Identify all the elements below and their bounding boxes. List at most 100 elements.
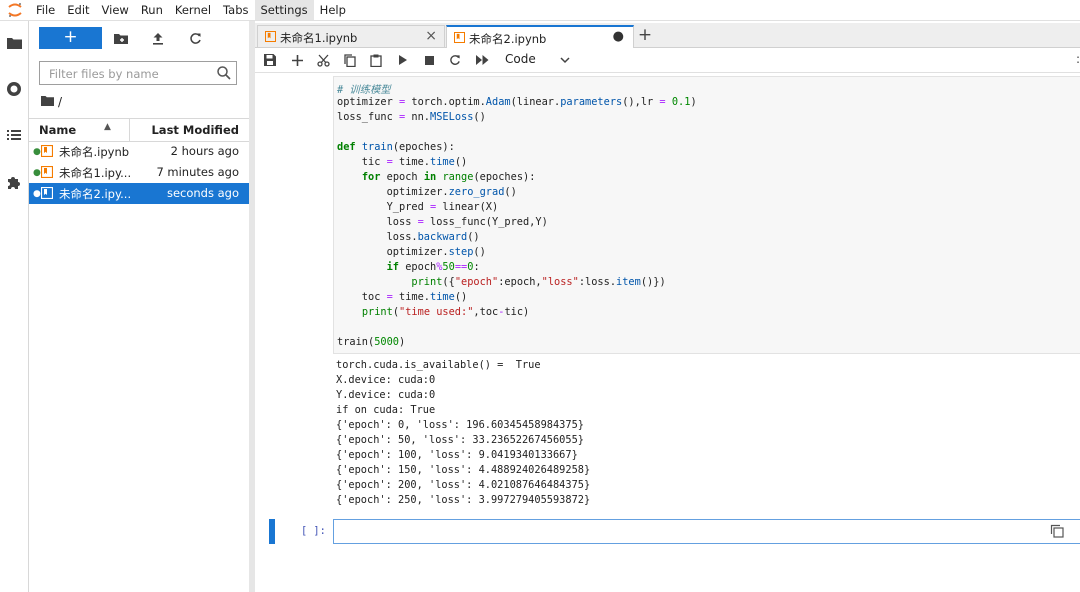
file-modified: seconds ago: [167, 186, 239, 200]
extension-icon[interactable]: [4, 172, 24, 192]
output-line: {'epoch': 0, 'loss': 196.60345458984375}: [336, 419, 584, 431]
jupyter-logo-icon: [0, 0, 30, 20]
breadcrumb-root[interactable]: /: [58, 95, 62, 109]
new-folder-icon[interactable]: [112, 29, 130, 47]
stop-icon[interactable]: [420, 51, 438, 69]
tab-bar: 未命名1.ipynb × 未命名2.ipynb ● +: [255, 23, 1080, 48]
tab-label: 未命名2.ipynb: [469, 31, 546, 47]
menu-file[interactable]: File: [30, 0, 61, 20]
tab-label: 未命名1.ipynb: [280, 30, 357, 46]
menu-edit[interactable]: Edit: [61, 0, 95, 20]
name-column-header[interactable]: Name: [39, 123, 76, 137]
last-modified-column-header[interactable]: Last Modified: [151, 123, 239, 137]
file-list-header: Name ▲ Last Modified: [29, 118, 249, 142]
menu-tabs[interactable]: Tabs: [217, 0, 254, 20]
notebook-area: 未命名1.ipynb × 未命名2.ipynb ● +: [255, 21, 1080, 592]
file-row-selected[interactable]: ● 未命名2.ipy... seconds ago: [29, 183, 249, 204]
notebook-icon: [41, 187, 53, 199]
code-line: Y_pred = linear(X): [337, 201, 498, 213]
notebook-icon: [41, 166, 53, 178]
copy-icon[interactable]: [341, 51, 359, 69]
duplicate-cell-icon[interactable]: [1050, 524, 1064, 538]
menu-view[interactable]: View: [96, 0, 135, 20]
code-cell-input[interactable]: # 训练模型 optimizer = torch.optim.Adam(line…: [333, 76, 1080, 354]
cell-prompt: [ ]:: [301, 525, 326, 537]
add-tab-button[interactable]: +: [635, 26, 655, 46]
output-line: {'epoch': 200, 'loss': 4.021087646484375…: [336, 479, 590, 491]
filter-files-input[interactable]: [47, 63, 211, 85]
menu-kernel[interactable]: Kernel: [169, 0, 217, 20]
output-line: {'epoch': 100, 'loss': 9.0419340133667}: [336, 449, 578, 461]
code-line: # 训练模型: [337, 81, 391, 96]
run-icon[interactable]: [394, 51, 412, 69]
running-kernel-dot-icon: ●: [33, 147, 41, 157]
output-line: {'epoch': 150, 'loss': 4.488924026489258…: [336, 464, 590, 476]
tab-notebook-1[interactable]: 未命名1.ipynb ×: [257, 25, 445, 47]
upload-icon[interactable]: [149, 29, 167, 47]
column-divider: [129, 119, 130, 141]
file-browser-toolbar: +: [29, 27, 249, 49]
notebook-icon: [454, 32, 465, 43]
breadcrumb: /: [41, 94, 62, 110]
close-tab-icon[interactable]: ×: [425, 28, 437, 44]
notebook-icon: [265, 31, 276, 42]
file-name: 未命名.ipynb: [59, 144, 129, 160]
file-row[interactable]: ● 未命名.ipynb 2 hours ago: [29, 141, 249, 162]
running-kernel-dot-icon: ●: [33, 189, 41, 199]
code-line: loss_func = nn.MSELoss(): [337, 111, 486, 123]
code-line: optimizer.step(): [337, 246, 486, 258]
paste-icon[interactable]: [367, 51, 385, 69]
unsaved-dot-icon[interactable]: ●: [613, 29, 624, 44]
notebook-toolbar: Code :: [255, 48, 1080, 73]
file-name: 未命名1.ipy...: [59, 165, 131, 181]
output-line: X.device: cuda:0: [336, 374, 435, 386]
code-line: print("time used:",toc-tic): [337, 306, 529, 318]
file-row[interactable]: ● 未命名1.ipy... 7 minutes ago: [29, 162, 249, 183]
file-modified: 2 hours ago: [171, 144, 239, 158]
fast-forward-icon[interactable]: [473, 51, 491, 69]
file-browser: + / Name ▲ Last Modified ● 未命名.ipynb 2 h…: [29, 21, 250, 592]
code-line: toc = time.time(): [337, 291, 467, 303]
code-line: loss = loss_func(Y_pred,Y): [337, 216, 548, 228]
toc-icon[interactable]: [4, 125, 24, 145]
code-line: tic = time.time(): [337, 156, 467, 168]
file-name: 未命名2.ipy...: [59, 186, 131, 202]
code-line: optimizer = torch.optim.Adam(linear.para…: [337, 96, 697, 108]
output-line: {'epoch': 50, 'loss': 33.23652267456055}: [336, 434, 584, 446]
menu-help[interactable]: Help: [314, 0, 352, 20]
code-line: loss.backward(): [337, 231, 480, 243]
running-kernel-dot-icon: ●: [33, 168, 41, 178]
filter-files-field: [39, 61, 237, 85]
code-line: optimizer.zero_grad(): [337, 186, 517, 198]
home-folder-icon[interactable]: [41, 95, 54, 109]
search-icon[interactable]: [216, 65, 232, 81]
kernel-menu-icon[interactable]: :: [1076, 52, 1080, 66]
notebook-icon: [41, 145, 53, 157]
new-launcher-button[interactable]: +: [39, 27, 102, 49]
output-line: torch.cuda.is_available() = True: [336, 359, 541, 371]
tab-notebook-2[interactable]: 未命名2.ipynb ●: [446, 25, 634, 48]
code-line: for epoch in range(epoches):: [337, 171, 535, 183]
output-line: if on cuda: True: [336, 404, 435, 416]
code-line: if epoch%50==0:: [337, 261, 480, 273]
empty-code-cell[interactable]: [333, 519, 1080, 544]
code-line: print({"epoch":epoch,"loss":loss.item()}…: [337, 276, 666, 288]
output-line: {'epoch': 250, 'loss': 3.997279405593872…: [336, 494, 590, 506]
refresh-icon[interactable]: [186, 29, 204, 47]
chevron-down-icon[interactable]: [560, 53, 570, 67]
cut-icon[interactable]: [314, 51, 332, 69]
output-line: Y.device: cuda:0: [336, 389, 435, 401]
menu-settings[interactable]: Settings: [255, 0, 314, 20]
code-line: def train(epoches):: [337, 141, 455, 153]
save-icon[interactable]: [261, 51, 279, 69]
active-cell-indicator: [269, 519, 275, 544]
menu-run[interactable]: Run: [135, 0, 169, 20]
restart-icon[interactable]: [446, 51, 464, 69]
menu-bar: File Edit View Run Kernel Tabs Settings …: [0, 0, 1080, 21]
folder-icon[interactable]: [4, 33, 24, 53]
file-modified: 7 minutes ago: [156, 165, 239, 179]
cell-type-select[interactable]: Code: [505, 52, 536, 66]
insert-cell-icon[interactable]: [288, 51, 306, 69]
sort-ascending-icon[interactable]: ▲: [104, 122, 111, 132]
running-icon[interactable]: [4, 79, 24, 99]
